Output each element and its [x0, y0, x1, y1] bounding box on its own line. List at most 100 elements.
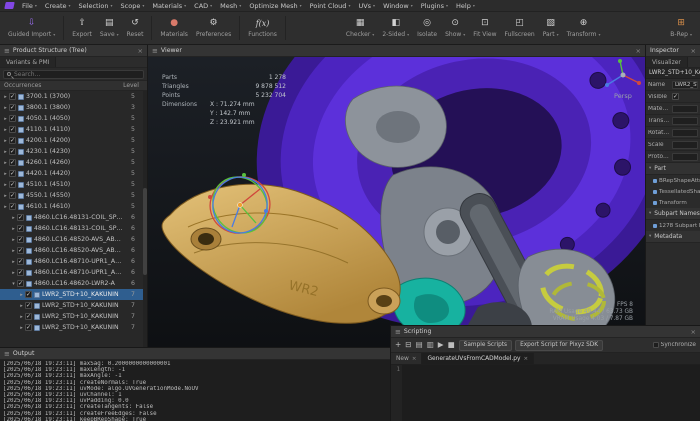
tree-row[interactable]: ▸✓LWR2_STD+10_KAKUNIN7	[0, 289, 147, 300]
attribute-item[interactable]: TessellatedShape	[646, 186, 700, 197]
visibility-checkbox[interactable]: ✓	[17, 269, 24, 276]
visibility-checkbox[interactable]: ✓	[9, 126, 16, 133]
chevron-right-icon[interactable]: ▸	[2, 116, 9, 122]
panel-menu-icon[interactable]: ≡	[4, 350, 10, 358]
close-icon[interactable]: ×	[691, 47, 696, 55]
toolbar-preferences-button[interactable]: ⚙Preferences	[192, 12, 235, 44]
search-input[interactable]	[14, 71, 140, 78]
tree-row[interactable]: ▸✓4050.1 (4050)5	[0, 113, 147, 124]
export-script-for-pixyz-sdk-button[interactable]: Export Script for Pixyz SDK	[515, 340, 603, 351]
menu-file[interactable]: File▾	[18, 0, 41, 11]
visibility-checkbox[interactable]: ✓	[9, 137, 16, 144]
tab-visualizer[interactable]: Visualizer	[646, 57, 688, 67]
tree-row[interactable]: ▸✓4550.1 (4550)5	[0, 190, 147, 201]
script-tab-new[interactable]: New×	[391, 353, 422, 364]
scrollbar-thumb[interactable]	[143, 188, 147, 275]
menu-optimize-mesh[interactable]: Optimize Mesh▾	[245, 0, 305, 11]
chevron-right-icon[interactable]: ▸	[2, 127, 9, 133]
toolbar-fullscreen-button[interactable]: ◰Fullscreen	[500, 12, 538, 44]
viewer-canvas[interactable]: WR2	[148, 57, 645, 347]
chevron-down-icon[interactable]: ▾	[10, 281, 17, 287]
visibility-checkbox[interactable]: ✓	[17, 280, 24, 287]
menu-cad[interactable]: CAD▾	[190, 0, 216, 11]
menu-point-cloud[interactable]: Point Cloud▾	[306, 0, 355, 11]
menu-scope[interactable]: Scope▾	[117, 0, 149, 11]
script-editor[interactable]: 1	[391, 365, 700, 421]
menu-create[interactable]: Create▾	[41, 0, 75, 11]
chevron-right-icon[interactable]: ▸	[18, 314, 25, 320]
toolbar-isolate-button[interactable]: ◎Isolate	[413, 12, 441, 44]
visibility-checkbox[interactable]: ✓	[9, 203, 16, 210]
toolbar-export-button[interactable]: ⇧Export	[68, 12, 96, 44]
field-value[interactable]	[672, 117, 698, 125]
menu-mesh[interactable]: Mesh▾	[216, 0, 245, 11]
tree-row[interactable]: ▸✓4420.1 (4420)5	[0, 168, 147, 179]
script-tab-generateuvsfromcadmodel-py[interactable]: GenerateUVsFromCADModel.py×	[422, 353, 534, 364]
chevron-right-icon[interactable]: ▸	[2, 193, 9, 199]
panel-menu-icon[interactable]: ≡	[152, 47, 158, 55]
section-subpart-names[interactable]: ▾Subpart Names	[646, 208, 700, 220]
sample-scripts-button[interactable]: Sample Scripts	[459, 340, 512, 351]
toolbar-fit-view-button[interactable]: ⊡Fit View	[469, 12, 500, 44]
visibility-checkbox[interactable]: ✓	[25, 324, 32, 331]
visibility-checkbox[interactable]: ✓	[9, 159, 16, 166]
visibility-checkbox[interactable]: ✓	[25, 302, 32, 309]
chevron-right-icon[interactable]: ▸	[2, 204, 9, 210]
checkbox[interactable]: ✓	[672, 93, 679, 100]
close-icon[interactable]: ×	[691, 328, 696, 336]
new-script-button[interactable]: +	[395, 340, 401, 350]
checkbox[interactable]	[653, 342, 659, 348]
tree-row[interactable]: ▸✓4230.1 (4230)5	[0, 146, 147, 157]
toolbar-materials-button[interactable]: ●Materials	[156, 12, 192, 44]
visibility-checkbox[interactable]: ✓	[25, 313, 32, 320]
chevron-right-icon[interactable]: ▸	[2, 94, 9, 100]
section-metadata[interactable]: ▾Metadata	[646, 231, 700, 243]
chevron-right-icon[interactable]: ▸	[10, 248, 17, 254]
visibility-checkbox[interactable]: ✓	[25, 291, 32, 298]
menu-help[interactable]: Help▾	[452, 0, 479, 11]
stop-script-button[interactable]: ■	[448, 340, 455, 350]
field-value[interactable]: LWR2_STD+10_KAKUNIN	[672, 81, 698, 89]
chevron-right-icon[interactable]: ▸	[2, 171, 9, 177]
menu-window[interactable]: Window▾	[379, 0, 417, 11]
attribute-item[interactable]: Transform	[646, 197, 700, 208]
tree-row[interactable]: ▸✓4860.LC16.48131-COIL_SPRG_K6	[0, 223, 147, 234]
search-box[interactable]	[3, 70, 144, 79]
chevron-right-icon[interactable]: ▸	[18, 325, 25, 331]
field-value[interactable]	[672, 141, 698, 149]
visibility-checkbox[interactable]: ✓	[9, 93, 16, 100]
attribute-item[interactable]: 1278 Subpart Names	[646, 220, 700, 231]
section-part[interactable]: ▾Part	[646, 163, 700, 175]
chevron-right-icon[interactable]: ▸	[2, 149, 9, 155]
tree-row[interactable]: ▸✓4860.LC16.48520-AVS_ABSR_N6	[0, 234, 147, 245]
visibility-checkbox[interactable]: ✓	[9, 181, 16, 188]
tree-row[interactable]: ▸✓LWR2_STD+10_KAKUNIN7	[0, 322, 147, 333]
panel-menu-icon[interactable]: ≡	[395, 328, 401, 336]
visibility-checkbox[interactable]: ✓	[9, 115, 16, 122]
chevron-right-icon[interactable]: ▸	[18, 292, 25, 298]
chevron-right-icon[interactable]: ▸	[10, 215, 17, 221]
visibility-checkbox[interactable]: ✓	[17, 247, 24, 254]
save-all-scripts-button[interactable]: ▥	[427, 340, 434, 350]
toolbar-transform-button[interactable]: ⊕Transform▾	[563, 12, 605, 44]
menu-selection[interactable]: Selection▾	[75, 0, 117, 11]
tree-row[interactable]: ▸✓3800.1 (3800)3	[0, 102, 147, 113]
tree-row[interactable]: ▸✓4860.LC16.48520-AVS_ABSR_R6	[0, 245, 147, 256]
tree-row[interactable]: ▸✓LWR2_STD+10_KAKUNIN7	[0, 311, 147, 322]
tree-row[interactable]: ▾✓4860.LC16.48620-LWR2-A6	[0, 278, 147, 289]
tree-row[interactable]: ▸✓4260.1 (4260)5	[0, 157, 147, 168]
tree-row[interactable]: ▸✓LWR2_STD+10_KAKUNIN7	[0, 300, 147, 311]
menu-materials[interactable]: Materials▾	[148, 0, 190, 11]
run-script-button[interactable]: ▶	[438, 340, 444, 350]
close-icon[interactable]: ×	[636, 47, 641, 55]
tab-variants-pmi[interactable]: Variants & PMI	[0, 57, 56, 67]
attribute-item[interactable]: BRepShapeAttribute	[646, 175, 700, 186]
open-script-button[interactable]: ⊟	[405, 340, 411, 350]
chevron-right-icon[interactable]: ▸	[18, 303, 25, 309]
tree-row[interactable]: ▸✓4200.1 (4200)5	[0, 135, 147, 146]
field-value[interactable]	[672, 129, 698, 137]
visibility-checkbox[interactable]: ✓	[9, 192, 16, 199]
visibility-checkbox[interactable]: ✓	[17, 258, 24, 265]
synchronize-checkbox[interactable]: Synchronize	[653, 342, 696, 348]
toolbar-2-sided-button[interactable]: ◧2-Sided▾	[378, 12, 413, 44]
